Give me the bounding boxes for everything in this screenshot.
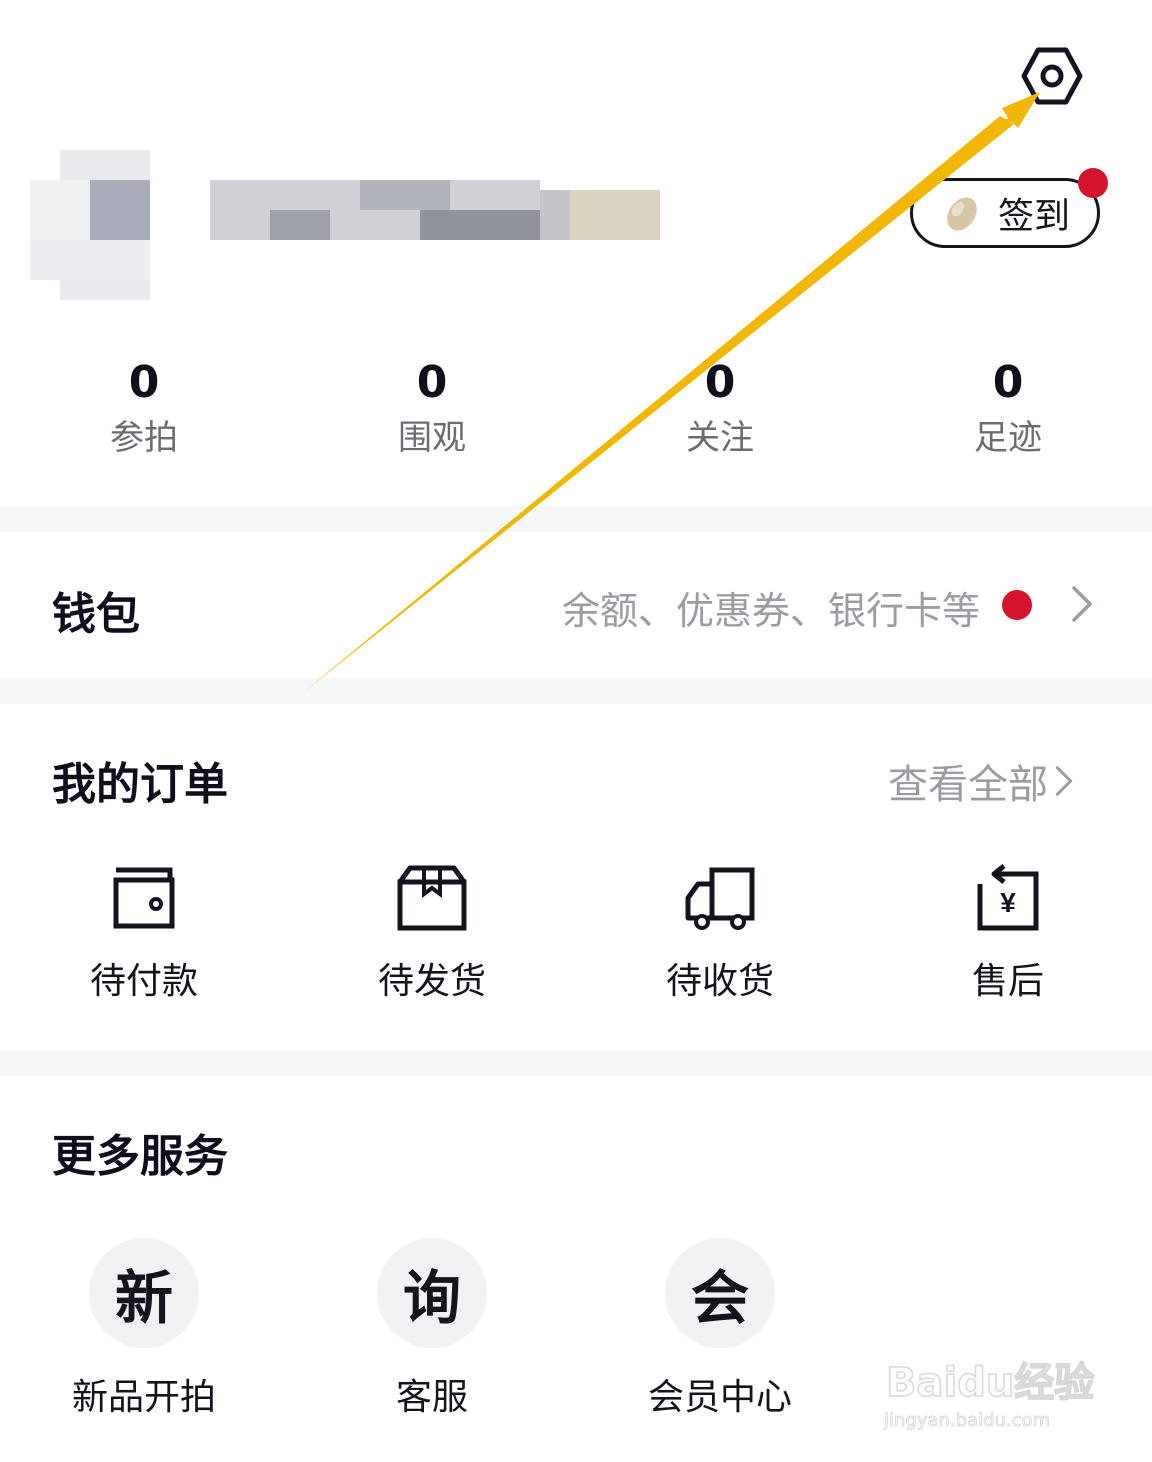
bean-icon <box>947 197 977 231</box>
service-label: 会员中心 <box>647 1377 792 1418</box>
service-member-center[interactable]: 会 会员中心 <box>590 1238 850 1424</box>
wallet-subtitle: 余额、优惠券、银行卡等 <box>561 589 980 633</box>
truck-icon <box>685 867 755 930</box>
view-all-label: 查看全部 <box>888 762 1048 808</box>
settings-button[interactable] <box>1018 44 1086 108</box>
chevron-right-icon <box>1072 586 1092 622</box>
stat-value: 0 <box>128 357 160 408</box>
stat-watching[interactable]: 0 围观 <box>332 355 532 463</box>
service-glyph-icon: 会 <box>665 1238 775 1348</box>
package-icon <box>397 865 467 931</box>
chevron-right-icon <box>1055 766 1073 796</box>
wallet-row[interactable]: 钱包 余额、优惠券、银行卡等 <box>0 530 1152 678</box>
wallet-badge <box>1002 590 1032 620</box>
service-glyph-icon: 询 <box>377 1238 487 1348</box>
watermark: Baidu经验 jingyan.baidu.com <box>883 1359 1095 1431</box>
order-after-sales[interactable]: ¥ 售后 <box>888 860 1128 1008</box>
orders-title: 我的订单 <box>52 759 228 810</box>
order-label: 待发货 <box>377 961 486 1002</box>
section-divider <box>0 1050 1152 1076</box>
stat-label: 关注 <box>686 418 754 458</box>
svg-text:Baidu经验: Baidu经验 <box>886 1360 1094 1406</box>
service-glyph-icon: 新 <box>89 1238 199 1348</box>
order-label: 待付款 <box>89 961 198 1002</box>
checkin-label: 签到 <box>997 196 1070 237</box>
stat-label: 足迹 <box>974 418 1042 458</box>
service-label: 新品开拍 <box>71 1377 216 1418</box>
stat-history[interactable]: 0 足迹 <box>908 355 1108 463</box>
stat-value: 0 <box>992 357 1024 408</box>
checkin-button[interactable]: 签到 <box>910 178 1100 248</box>
checkin-badge <box>1078 168 1108 198</box>
stat-following[interactable]: 0 关注 <box>620 355 820 463</box>
svg-text:jingyan.baidu.com: jingyan.baidu.com <box>883 1410 1050 1431</box>
stat-value: 0 <box>704 357 736 408</box>
order-pending-payment[interactable]: 待付款 <box>24 860 264 1008</box>
hexagon-gear-icon <box>1021 47 1083 105</box>
stat-bids[interactable]: 0 参拍 <box>44 355 244 463</box>
stat-label: 参拍 <box>110 418 178 458</box>
svg-text:¥: ¥ <box>1000 887 1016 918</box>
view-all-orders-link[interactable]: 查看全部 <box>888 752 1074 810</box>
refund-icon: ¥ <box>977 864 1039 931</box>
services-title: 更多服务 <box>52 1131 228 1182</box>
profile-pixelated-area <box>30 150 670 300</box>
order-label: 售后 <box>971 961 1044 1002</box>
order-label: 待收货 <box>665 961 774 1002</box>
stat-value: 0 <box>416 357 448 408</box>
service-label: 客服 <box>395 1377 468 1418</box>
order-pending-shipment[interactable]: 待发货 <box>312 860 552 1008</box>
wallet-icon <box>113 867 175 929</box>
service-customer-support[interactable]: 询 客服 <box>302 1238 562 1424</box>
section-divider <box>0 678 1152 704</box>
service-new-auctions[interactable]: 新 新品开拍 <box>14 1238 274 1424</box>
section-divider <box>0 506 1152 532</box>
wallet-title: 钱包 <box>52 589 140 640</box>
order-pending-receipt[interactable]: 待收货 <box>600 860 840 1008</box>
stat-label: 围观 <box>398 418 466 458</box>
